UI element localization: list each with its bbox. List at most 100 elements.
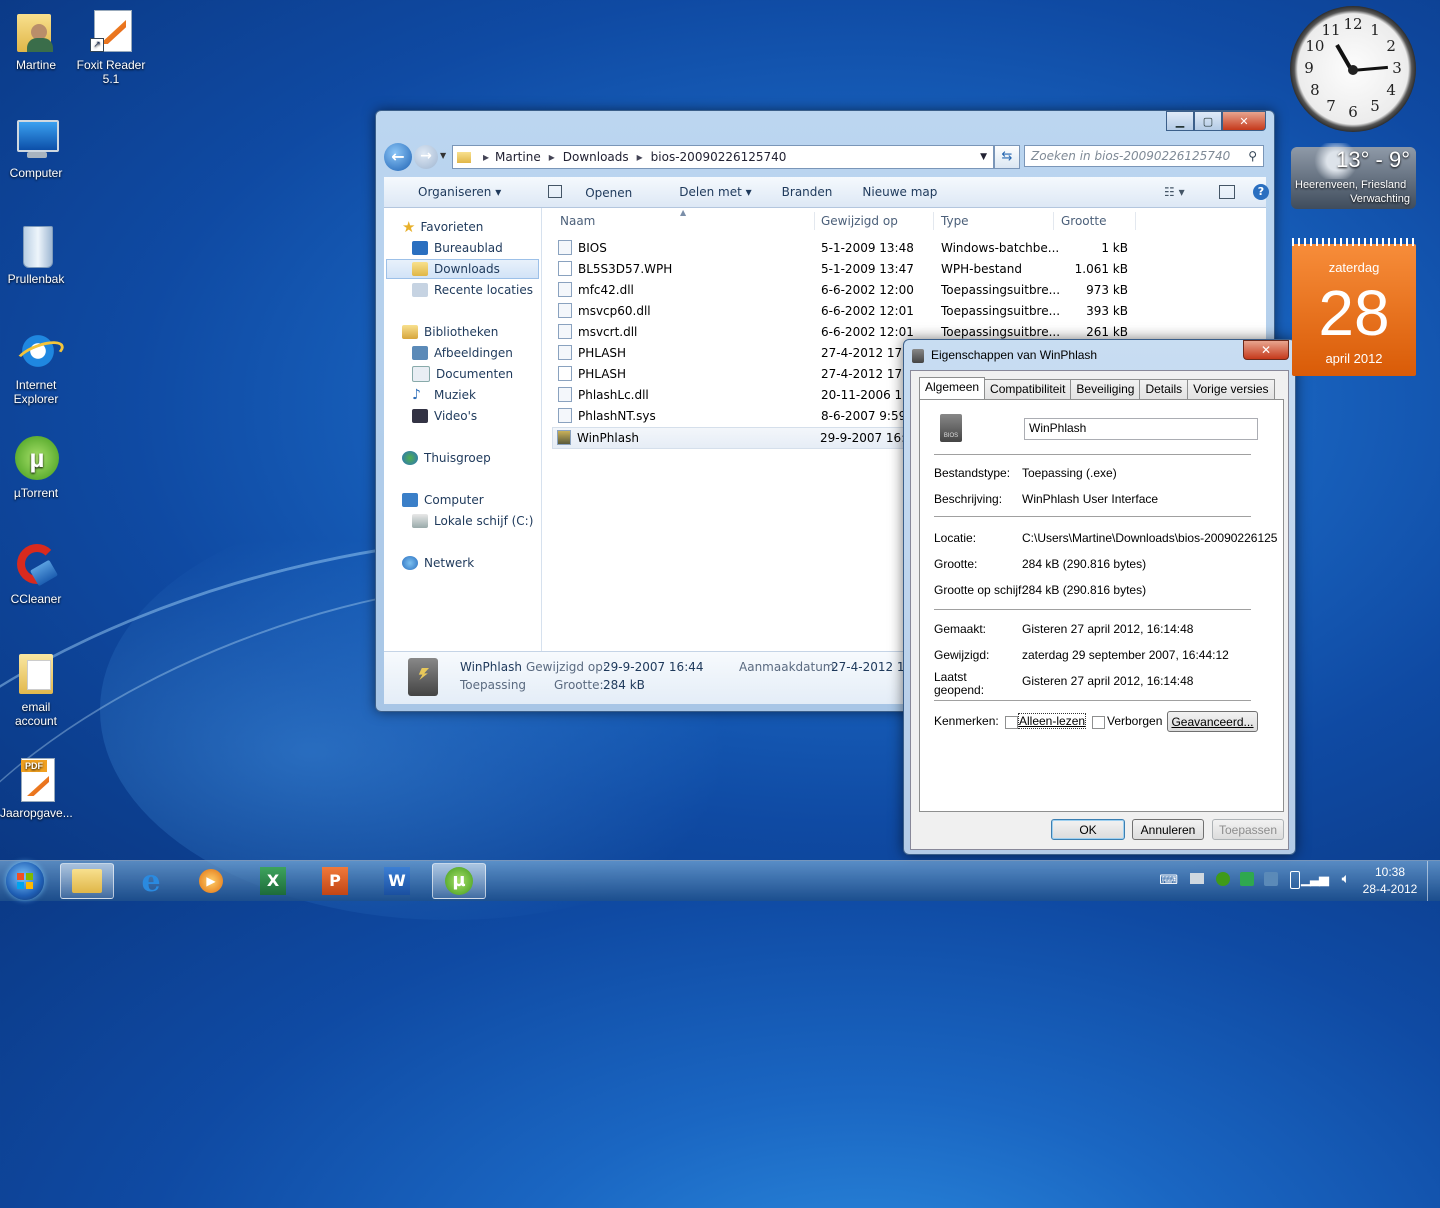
hidden-checkbox[interactable]	[1092, 716, 1105, 729]
nav-homegroup[interactable]: Thuisgroep	[402, 449, 491, 467]
apply-button[interactable]: Toepassen	[1212, 819, 1284, 840]
taskbar-explorer[interactable]	[60, 863, 114, 899]
column-header-modified[interactable]: Gewijzigd op	[821, 214, 898, 228]
cancel-button[interactable]: Annuleren	[1132, 819, 1204, 840]
readonly-label[interactable]: Alleen-lezen	[1017, 713, 1087, 729]
desktop-icon-utorrent[interactable]: µ µTorrent	[0, 436, 72, 500]
refresh-button[interactable]: ⇆	[994, 145, 1020, 169]
open-button[interactable]: Openen	[531, 184, 632, 200]
file-icon	[558, 261, 572, 276]
start-button[interactable]	[6, 862, 44, 900]
breadcrumb-bios-folder[interactable]: bios-20090226125740	[651, 150, 787, 164]
view-options-icon[interactable]: ☷ ▾	[1164, 185, 1185, 199]
nav-downloads[interactable]: Downloads	[412, 260, 500, 278]
help-icon[interactable]: ?	[1253, 184, 1269, 200]
show-desktop-button[interactable]	[1427, 861, 1440, 901]
desktop-icon-email-account[interactable]: email account	[0, 650, 72, 728]
recent-pages-chevron-icon[interactable]: ▼	[440, 151, 446, 160]
tab-previous-versions[interactable]: Vorige versies	[1187, 379, 1275, 401]
taskbar-excel[interactable]: X	[246, 863, 300, 899]
taskbar-time[interactable]: 10:38	[1360, 865, 1420, 879]
desktop-icon-internet-explorer[interactable]: Internet Explorer	[0, 328, 72, 406]
clock-center-icon	[1348, 65, 1358, 75]
breadcrumb-martine[interactable]: Martine	[495, 150, 541, 164]
file-name-input[interactable]: WinPhlash	[1024, 418, 1258, 440]
tab-general[interactable]: Algemeen	[919, 377, 986, 399]
tab-details[interactable]: Details	[1139, 379, 1189, 401]
nav-videos[interactable]: Video's	[412, 407, 477, 425]
security-icon[interactable]	[1240, 872, 1254, 886]
nav-music[interactable]: ♪ Muziek	[412, 386, 476, 404]
close-button[interactable]: ✕	[1222, 111, 1266, 131]
taskbar-powerpoint[interactable]: P	[308, 863, 362, 899]
folder-icon	[457, 151, 471, 163]
desktop-icon-computer[interactable]: Computer	[0, 116, 72, 180]
burn-button[interactable]: Branden	[782, 185, 833, 199]
tab-compatibility[interactable]: Compatibiliteit	[984, 379, 1072, 401]
taskbar-internet-explorer[interactable]: e	[124, 863, 178, 899]
desktop-icon-jaaropgave[interactable]: PDF Jaaropgave...	[0, 756, 73, 820]
column-header-name[interactable]: Naam	[560, 214, 595, 228]
dll-file-icon	[558, 282, 572, 297]
address-dropdown-icon[interactable]: ▼	[980, 152, 987, 162]
share-menu[interactable]: Delen met ▾	[662, 185, 751, 199]
clock-gadget[interactable]: 12 1 2 3 4 5 6 7 8 9 10 11	[1290, 6, 1416, 132]
file-row[interactable]: msvcp60.dll 6-6-2002 12:01 Toepassingsuitb…	[554, 301, 1254, 321]
nav-desktop[interactable]: Bureaublad	[412, 239, 503, 257]
nav-computer[interactable]: Computer	[402, 491, 484, 509]
desktop-icon-ccleaner[interactable]: CCleaner	[0, 542, 72, 606]
file-row[interactable]: BIOS 5-1-2009 13:48 Windows-batchbe... 1 kB	[554, 238, 1254, 258]
nav-favorites[interactable]: ★ Favorieten	[402, 218, 483, 236]
calendar-weekday: zaterdag	[1328, 260, 1380, 275]
forward-button[interactable]: →	[414, 145, 438, 169]
hidden-label[interactable]: Verborgen	[1107, 714, 1162, 728]
weather-gadget[interactable]: 13° - 9° Heerenveen, Friesland Verwachti…	[1291, 143, 1416, 209]
calendar-rings-icon	[1292, 238, 1416, 246]
nav-documents[interactable]: Documenten	[412, 365, 513, 383]
signal-strength-icon[interactable]: ▁▃▅	[1301, 871, 1329, 887]
column-header-size[interactable]: Grootte	[1061, 214, 1106, 228]
preview-pane-icon[interactable]	[1219, 185, 1235, 199]
printer-icon[interactable]	[1190, 873, 1204, 884]
readonly-checkbox[interactable]	[1005, 716, 1018, 729]
weather-forecast-link[interactable]: Verwachting	[1350, 193, 1410, 205]
taskbar-word[interactable]: W	[370, 863, 424, 899]
recycle-bin-icon	[13, 222, 59, 268]
search-icon[interactable]: ⚲	[1248, 149, 1257, 163]
volume-icon[interactable]: 🔈︎	[1342, 870, 1350, 887]
navigation-pane: ★ Favorieten Bureaublad Downloads Recente…	[384, 208, 542, 651]
calendar-gadget[interactable]: zaterdag 28 april 2012	[1292, 238, 1416, 376]
maximize-button[interactable]: ▢	[1194, 111, 1222, 131]
address-bar[interactable]: ▸ Martine ▸ Downloads ▸ bios-20090226125…	[452, 145, 994, 169]
breadcrumb-downloads[interactable]: Downloads	[563, 150, 629, 164]
file-row[interactable]: mfc42.dll 6-6-2002 12:00 Toepassingsuitbre…	[554, 280, 1254, 300]
display-icon[interactable]	[1264, 872, 1278, 886]
desktop-icon-foxit[interactable]: ↗ Foxit Reader 5.1	[75, 8, 147, 86]
desktop-icon-martine[interactable]: Martine	[0, 8, 72, 72]
desktop-icon-recycle-bin[interactable]: Prullenbak	[0, 222, 72, 286]
advanced-button[interactable]: Geavanceerd...	[1167, 711, 1258, 732]
battery-icon[interactable]	[1290, 871, 1300, 889]
back-button[interactable]: ←	[384, 143, 412, 171]
taskbar-utorrent[interactable]: µ	[432, 863, 486, 899]
nav-pictures[interactable]: Afbeeldingen	[412, 344, 513, 362]
nav-recent[interactable]: Recente locaties	[412, 281, 533, 299]
keyboard-icon[interactable]: ⌨	[1159, 872, 1178, 888]
dialog-close-button[interactable]: ✕	[1243, 340, 1289, 360]
nav-libraries[interactable]: Bibliotheken	[402, 323, 498, 341]
ok-button[interactable]: OK	[1051, 819, 1125, 840]
taskbar-media-player[interactable]: ▶	[184, 863, 238, 899]
recent-places-icon	[412, 283, 428, 297]
search-input[interactable]: Zoeken in bios-20090226125740 ⚲	[1024, 145, 1264, 167]
nav-network[interactable]: Netwerk	[402, 554, 474, 572]
properties-dialog[interactable]: Eigenschappen van WinPhlash ✕ Algemeen C…	[903, 339, 1296, 855]
tray-utorrent-icon[interactable]	[1216, 872, 1230, 886]
minimize-button[interactable]: ▁	[1166, 111, 1194, 131]
new-folder-button[interactable]: Nieuwe map	[862, 185, 937, 199]
file-row[interactable]: BL5S3D57.WPH 5-1-2009 13:47 WPH-bestand 1.0…	[554, 259, 1254, 279]
nav-local-disk[interactable]: Lokale schijf (C:)	[412, 512, 533, 530]
taskbar-date[interactable]: 28-4-2012	[1360, 882, 1420, 896]
organize-menu[interactable]: Organiseren ▾	[401, 185, 501, 199]
column-header-type[interactable]: Type	[941, 214, 969, 228]
tab-security[interactable]: Beveiliging	[1070, 379, 1141, 401]
